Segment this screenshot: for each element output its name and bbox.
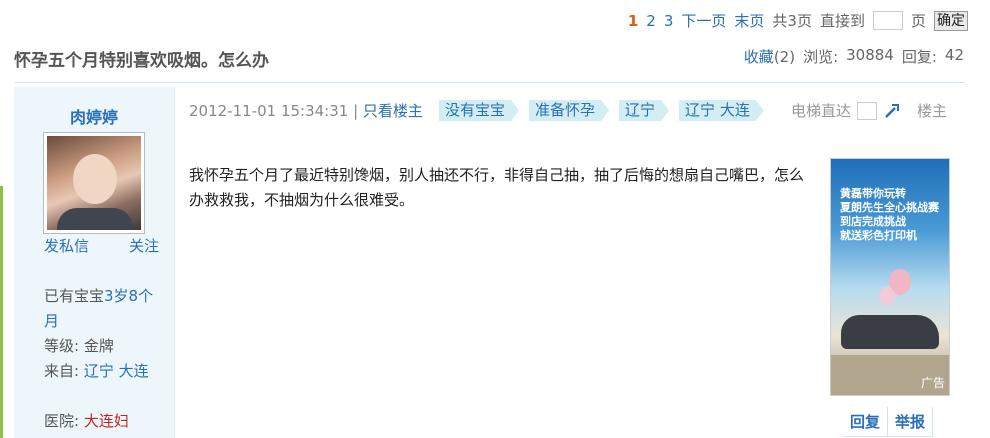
post-actions: 回复 举报 xyxy=(843,407,934,437)
favorite-count: (2) xyxy=(773,48,796,66)
ad-line: 夏朗先生全心挑战赛 xyxy=(840,201,939,214)
side-accent-bar xyxy=(0,186,3,438)
arrow-jump-icon[interactable] xyxy=(883,102,901,120)
next-page-link[interactable]: 下一页 xyxy=(681,10,726,31)
views-label: 浏览: xyxy=(803,48,839,66)
ad-line: 就送彩色打印机 xyxy=(840,229,917,242)
from-value[interactable]: 辽宁 大连 xyxy=(84,362,149,380)
ad-label: 广告 xyxy=(920,376,945,390)
tag-no-baby[interactable]: 没有宝宝 xyxy=(439,100,519,121)
hospital-value[interactable]: 大连妇 xyxy=(84,412,129,430)
views-count: 30884 xyxy=(846,46,894,64)
page-link-3[interactable]: 3 xyxy=(664,12,674,30)
level-label: 等级: xyxy=(44,337,80,355)
post-content: 我怀孕五个月了最近特别馋烟，别人抽还不行，非得自己抽，抽了后悔的想扇自己嘴巴，怎… xyxy=(189,166,805,209)
replies-label: 回复: xyxy=(901,48,937,66)
page-jump-input[interactable] xyxy=(872,11,903,30)
jump-label: 直接到 xyxy=(819,12,865,30)
author-panel: 肉婷婷 发私信 关注 已有宝宝3岁8个月 等级: 金牌 来自: 辽宁 大连 医院… xyxy=(14,87,174,438)
floor-jump: 电梯直达 xyxy=(791,100,901,121)
balloon-icon xyxy=(879,287,895,305)
total-pages: 共3页 xyxy=(772,12,812,30)
post-timestamp: 2012-11-01 15:34:31 | xyxy=(189,102,359,120)
floor-label: 楼主 xyxy=(917,102,948,120)
ad-line: 到店完成挑战 xyxy=(840,215,906,228)
follow-link[interactable]: 关注 xyxy=(129,234,159,259)
thread-title: 怀孕五个月特别喜欢吸烟。怎么办 xyxy=(14,51,269,71)
reply-button[interactable]: 回复 xyxy=(843,407,889,437)
level-info: 等级: 金牌 xyxy=(44,334,159,359)
tag-liaoning[interactable]: 辽宁 xyxy=(619,100,669,121)
baby-label: 已有宝宝 xyxy=(44,287,105,305)
tag-list: 没有宝宝 准备怀孕 辽宁 辽宁 大连 xyxy=(439,100,764,121)
tag-dalian[interactable]: 辽宁 大连 xyxy=(679,100,764,121)
post-panel: 2012-11-01 15:34:31 | 只看楼主 没有宝宝 准备怀孕 辽宁 … xyxy=(174,87,964,438)
page-link-2[interactable]: 2 xyxy=(646,12,656,30)
page-suffix: 页 xyxy=(910,12,926,30)
tag-preparing[interactable]: 准备怀孕 xyxy=(529,100,609,121)
thread-stats: 收藏(2) 浏览: 30884 回复: 42 xyxy=(744,46,964,67)
send-message-link[interactable]: 发私信 xyxy=(44,237,89,255)
avatar[interactable] xyxy=(43,132,145,234)
hospital-label: 医院: xyxy=(44,412,80,430)
divider xyxy=(14,82,964,83)
level-value: 金牌 xyxy=(83,337,114,355)
message-row: 发私信 关注 xyxy=(44,234,159,259)
post-meta: 2012-11-01 15:34:31 | 只看楼主 xyxy=(189,100,423,121)
last-page-link[interactable]: 末页 xyxy=(734,10,764,31)
confirm-button[interactable]: 确定 xyxy=(934,10,968,31)
page-current: 1 xyxy=(627,11,639,30)
elevator-label: 电梯直达 xyxy=(791,102,852,120)
car-image xyxy=(841,315,939,349)
baby-info: 已有宝宝3岁8个月 xyxy=(44,284,159,334)
favorite-link[interactable]: 收藏 xyxy=(744,48,774,66)
floor-jump-input[interactable] xyxy=(857,101,878,120)
report-button[interactable]: 举报 xyxy=(888,407,934,437)
pagination: 1 2 3 下一页 末页 共3页 直接到 页 确定 xyxy=(628,10,968,31)
from-info: 来自: 辽宁 大连 xyxy=(44,359,159,384)
replies-count: 42 xyxy=(944,46,964,64)
from-label: 来自: xyxy=(44,362,80,380)
author-name[interactable]: 肉婷婷 xyxy=(14,104,174,128)
hospital-info: 医院: 大连妇 xyxy=(44,409,159,434)
ad-line: 黄磊带你玩转 xyxy=(840,187,906,200)
ad-banner[interactable]: 黄磊带你玩转 夏朗先生全心挑战赛 到店完成挑战 就送彩色打印机 广告 xyxy=(830,158,950,396)
only-author-link[interactable]: 只看楼主 xyxy=(363,102,423,120)
ad-text: 黄磊带你玩转 夏朗先生全心挑战赛 到店完成挑战 就送彩色打印机 xyxy=(840,187,939,243)
